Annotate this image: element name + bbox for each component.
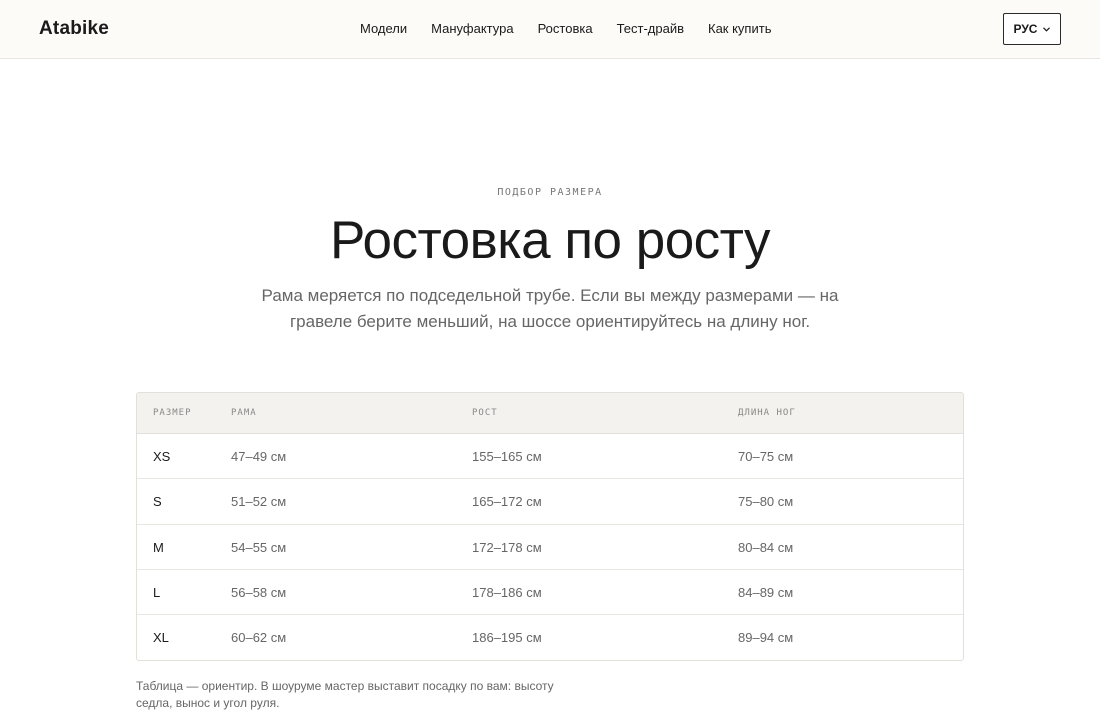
cell-inseam: 75–80 см [738,494,794,510]
cell-size: L [153,584,161,600]
nav-manufactory[interactable]: Мануфактура [431,21,513,36]
header-height: РОСТ [472,408,498,418]
table-row: XL 60–62 см 186–195 см 89–94 см [137,615,963,660]
language-selector[interactable]: РУС [1003,13,1061,45]
table-row: XS 47–49 см 155–165 см 70–75 см [137,434,963,480]
nav-test-drive[interactable]: Тест-драйв [617,21,684,36]
cell-frame: 54–55 см [231,539,287,555]
cell-size: XL [153,630,169,646]
cell-inseam: 84–89 см [738,584,794,600]
table-row: L 56–58 см 178–186 см 84–89 см [137,570,963,616]
section-eyebrow: ПОДБОР РАЗМЕРА [497,187,603,198]
cell-inseam: 80–84 см [738,539,794,555]
site-header: Atabike Модели Мануфактура Ростовка Тест… [0,0,1100,59]
header-size: РАЗМЕР [153,408,192,418]
table-header: РАЗМЕР РАМА РОСТ ДЛИНА НОГ [137,393,963,434]
cell-frame: 56–58 см [231,584,287,600]
cell-height: 155–165 см [472,449,542,464]
nav-models[interactable]: Модели [360,21,407,36]
cell-frame: 60–62 см [231,630,287,646]
cell-size: S [153,494,162,510]
table-row: M 54–55 см 172–178 см 80–84 см [137,525,963,570]
cell-inseam: 89–94 см [738,630,794,646]
cell-size: M [153,539,164,555]
cell-frame: 51–52 см [231,494,287,510]
cell-height: 186–195 см [472,630,542,646]
size-table: РАЗМЕР РАМА РОСТ ДЛИНА НОГ XS 47–49 см 1… [136,392,964,662]
chevron-down-icon [1043,26,1051,32]
nav-sizing[interactable]: Ростовка [538,21,593,36]
cell-height: 172–178 см [472,539,542,555]
header-inseam: ДЛИНА НОГ [738,408,796,418]
table-note: Таблица — ориентир. В шоуруме мастер выс… [136,679,554,710]
table-row: S 51–52 см 165–172 см 75–80 см [137,479,963,525]
logo[interactable]: Atabike [39,18,109,40]
cell-size: XS [153,449,171,464]
page-lead: Рама меряется по подседельной трубе. Есл… [261,286,839,331]
main-nav: Модели Мануфактура Ростовка Тест-драйв К… [360,21,771,36]
header-frame: РАМА [231,408,257,418]
cell-height: 165–172 см [472,494,542,510]
nav-how-to-buy[interactable]: Как купить [708,21,771,36]
cell-inseam: 70–75 см [738,449,794,464]
cell-frame: 47–49 см [231,449,287,464]
cell-height: 178–186 см [472,584,542,600]
page-title: Ростовка по росту [329,211,771,270]
language-label: РУС [1013,22,1038,36]
